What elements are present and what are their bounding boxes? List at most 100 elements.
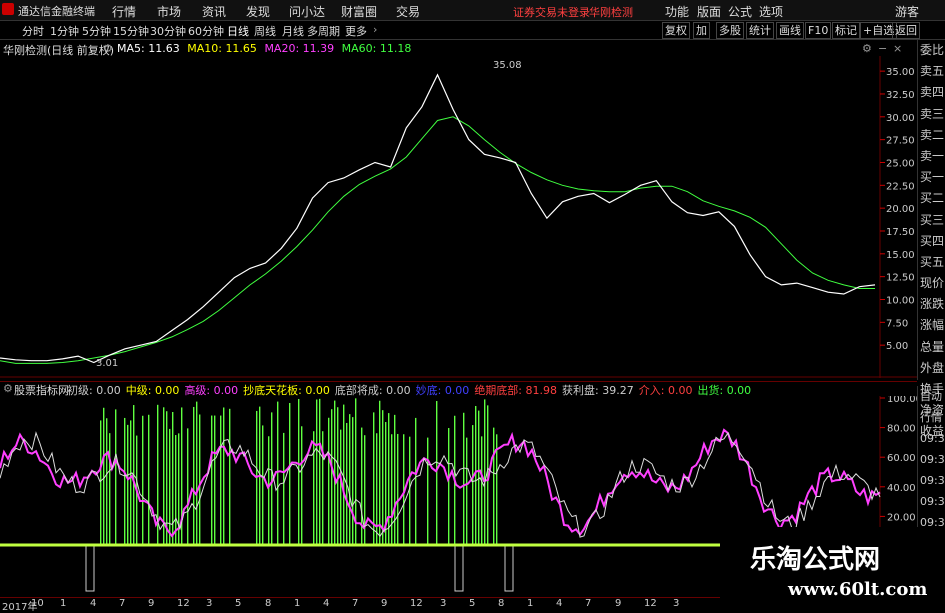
date-tick: 1 [527,598,534,609]
date-tick: 1 [294,598,301,609]
signal-bar [397,433,399,545]
bottom-signal-box [85,545,95,592]
signal-bar [148,414,150,545]
period-weekly[interactable]: 周线 [254,23,276,39]
date-tick: 10 [31,598,44,609]
signal-bar [109,433,111,545]
signal-bar [466,437,468,545]
signal-bar [175,435,177,545]
time-item: 09:30 [920,495,945,508]
sidebar-item: 卖五 [919,64,944,79]
signal-bar [481,436,483,545]
menu-zixun[interactable]: 资讯 [202,3,226,20]
price-tick-label: 27.50 [886,136,915,147]
price-chart[interactable]: 35.00 32.50 30.00 27.50 25.00 22.50 20.00 17.50… [0,56,917,378]
signal-bar [115,409,117,545]
low-price-label: 3.01 [96,358,118,369]
signal-bar [172,412,174,545]
draw-button[interactable]: 画线 [776,22,804,39]
user-label[interactable]: 游客 [895,3,919,20]
signal-bar [271,412,273,545]
indicator-tick-label: 100.00 [887,396,917,405]
high-price-label: 35.08 [493,60,522,71]
signal-bar [313,431,315,545]
sidebar-item: 现价 [919,276,944,291]
minus-icon[interactable]: − [878,42,887,55]
add-button[interactable]: 加 [693,22,710,39]
signal-bar [214,415,216,545]
period-30min[interactable]: 30分钟 [150,23,186,39]
sidebar-item: 委比 [919,43,944,57]
signal-bar [379,400,381,545]
menu-wenxiaoda[interactable]: 问小达 [289,3,325,20]
sidebar-item: 卖四 [919,85,944,100]
period-multi[interactable]: 多周期 [307,23,340,39]
menu-caifuquan[interactable]: 财富圈 [341,3,377,20]
login-warning[interactable]: 证券交易未登录 [513,4,590,20]
signal-bar [448,428,450,545]
mark-button[interactable]: 标记 [832,22,860,39]
period-1min[interactable]: 1分钟 [50,23,79,39]
indicator-icon[interactable]: ⚙ [3,382,13,395]
menu-faxian[interactable]: 发现 [246,3,270,20]
settings-icon-right[interactable]: ⚙ [862,42,872,55]
time-sidebar: 自动行情09:3009:3009:3009:3009:3009:30 [917,386,945,550]
chevron-right-icon[interactable]: › [373,23,377,36]
period-5min[interactable]: 5分钟 [82,23,111,39]
time-item: 09:30 [920,474,945,487]
sidebar-item: 卖三 [919,106,944,121]
menu-hangqing[interactable]: 行情 [112,3,136,20]
menu-jiaoyi[interactable]: 交易 [396,3,420,20]
signal-bar [142,415,144,545]
bottom-signal-box [504,545,514,592]
oscillator-line [0,431,881,538]
date-tick: 4 [323,598,330,609]
period-daily[interactable]: 日线 [227,23,249,39]
signal-bar [484,399,486,545]
sidebar-item: 涨跌 [919,297,944,312]
period-15min[interactable]: 15分钟 [113,23,149,39]
period-fenshi[interactable]: 分时 [22,23,44,39]
date-tick: 12 [177,598,190,609]
menu-gongshi[interactable]: 公式 [728,3,752,20]
stats-button[interactable]: 统计 [746,22,774,39]
price-tick-label: 20.00 [886,204,915,215]
price-tick-label: 17.50 [886,227,915,238]
series-ma60-line [0,116,875,364]
signal-bar [166,411,168,545]
back-button[interactable]: 返回 [892,22,920,39]
signal-bar [319,398,321,545]
sidebar-item: 卖二 [919,127,944,142]
date-tick: 8 [498,598,505,609]
signal-bar [328,417,330,545]
f10-button[interactable]: F10 [805,22,832,39]
period-more[interactable]: 更多 [345,23,367,39]
signal-bar [277,401,279,545]
indicator-tick-label: 40.00 [887,483,916,494]
menu-banmian[interactable]: 版面 [697,3,721,20]
indicator-header: ⚙ 股票指标网 初级: 0.00 中级: 0.00 高级: 0.00 抄底天花板: 0… [0,381,917,397]
signal-bar [463,412,465,545]
indicator-tick-label: 80.00 [887,424,916,435]
fuquan-button[interactable]: 复权 [662,22,690,39]
settings-icon[interactable]: ⚙ [103,42,113,55]
time-item: 行情 [920,411,942,424]
period-60min[interactable]: 60分钟 [188,23,224,39]
watermark: 乐淘公式网 www.60lt.com [720,527,945,609]
indicator-tick-label: 60.00 [887,453,916,464]
menu-gongneng[interactable]: 功能 [665,3,689,20]
watermark-title: 乐淘公式网 [750,545,881,575]
menu-shichang[interactable]: 市场 [157,3,181,20]
date-tick: 9 [381,598,388,609]
period-monthly[interactable]: 月线 [282,23,304,39]
date-tick: 5 [469,598,476,609]
close-icon[interactable]: × [893,42,902,55]
sidebar-item: 外盘 [919,360,944,375]
menu-xuanxiang[interactable]: 选项 [759,3,783,20]
quote-sidebar: 委比 卖五 卖四 卖三 卖二 卖一 买一 买二 买三 买四 买五 现价 涨跌 涨幅 总量 外盘 换手 净资 收益 [917,40,945,438]
price-tick-label: 10.00 [886,295,915,306]
price-tick-label: 35.00 [886,67,915,78]
price-tick-label: 30.00 [886,113,915,124]
multistock-button[interactable]: 多股 [716,22,744,39]
signal-bar [301,426,303,545]
